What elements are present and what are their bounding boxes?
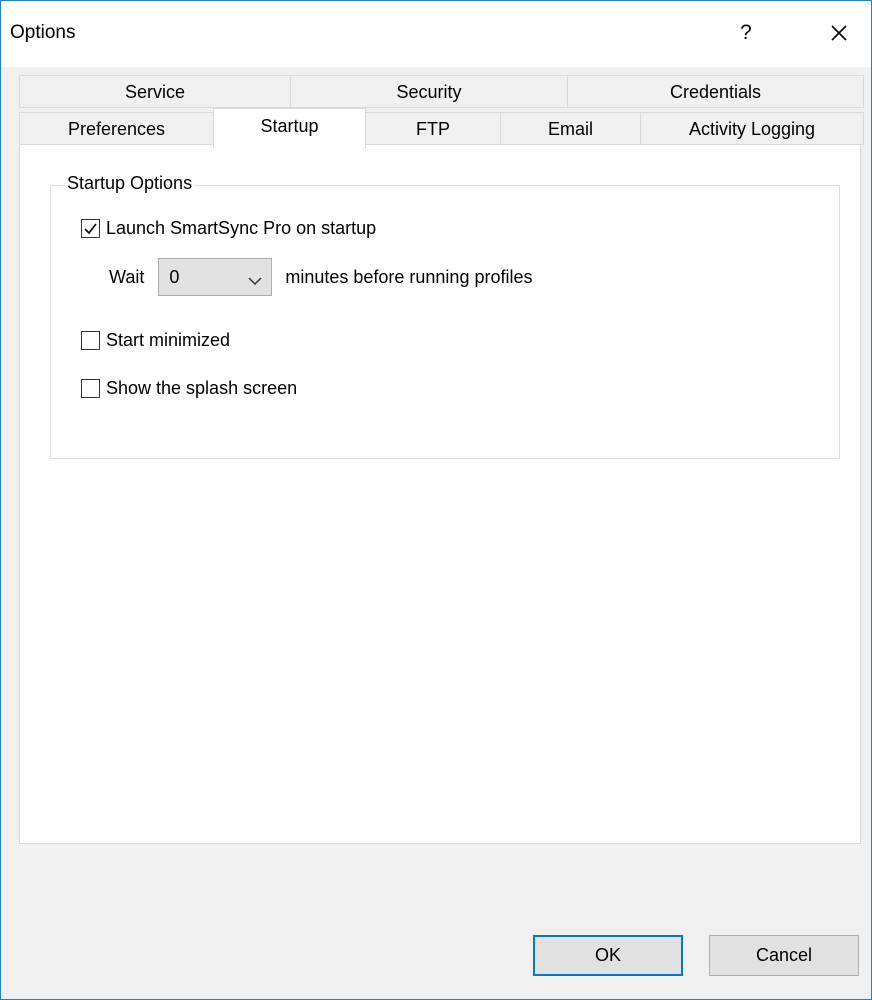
tab-credentials[interactable]: Credentials (567, 75, 864, 108)
wait-minutes-select[interactable]: 0 (158, 258, 273, 296)
start-minimized-option[interactable]: Start minimized (81, 330, 230, 351)
cancel-button[interactable]: Cancel (709, 935, 859, 976)
wait-suffix-label: minutes before running profiles (285, 266, 533, 287)
chevron-down-icon (247, 271, 263, 292)
splash-screen-option[interactable]: Show the splash screen (81, 378, 297, 399)
tab-row-bottom: Preferences Startup FTP Email Activity L… (19, 108, 864, 148)
group-label: Startup Options (65, 173, 195, 194)
window-title: Options (10, 22, 76, 43)
start-minimized-checkbox[interactable] (81, 331, 100, 350)
startup-options-group: Startup Options Launch SmartSync Pro on … (50, 173, 840, 459)
ok-button[interactable]: OK (533, 935, 683, 976)
tab-email[interactable]: Email (500, 112, 641, 145)
launch-on-startup-option[interactable]: Launch SmartSync Pro on startup (81, 218, 376, 239)
close-button[interactable] (821, 17, 857, 49)
tab-startup[interactable]: Startup (213, 108, 366, 148)
tab-activity-logging[interactable]: Activity Logging (640, 112, 864, 145)
tab-ftp[interactable]: FTP (365, 112, 501, 145)
close-icon (831, 25, 847, 41)
splash-screen-checkbox[interactable] (81, 379, 100, 398)
wait-minutes-value: 0 (169, 267, 180, 287)
title-bar: Options ? (1, 1, 871, 67)
help-button[interactable]: ? (731, 17, 761, 49)
splash-screen-label: Show the splash screen (106, 378, 298, 398)
wait-row: Wait 0 minutes before running profiles (109, 258, 532, 296)
checkmark-icon (84, 223, 97, 235)
wait-label: Wait (109, 266, 145, 287)
options-dialog: Options ? Service Security Credentials P… (0, 0, 872, 1000)
launch-on-startup-label: Launch SmartSync Pro on startup (106, 218, 377, 238)
tab-service[interactable]: Service (19, 75, 291, 108)
start-minimized-label: Start minimized (106, 330, 231, 350)
tab-preferences[interactable]: Preferences (19, 112, 214, 145)
tab-row-top: Service Security Credentials (19, 75, 864, 108)
launch-on-startup-checkbox[interactable] (81, 219, 100, 238)
startup-tab-panel: Startup Options Launch SmartSync Pro on … (19, 144, 861, 844)
tab-security[interactable]: Security (290, 75, 568, 108)
